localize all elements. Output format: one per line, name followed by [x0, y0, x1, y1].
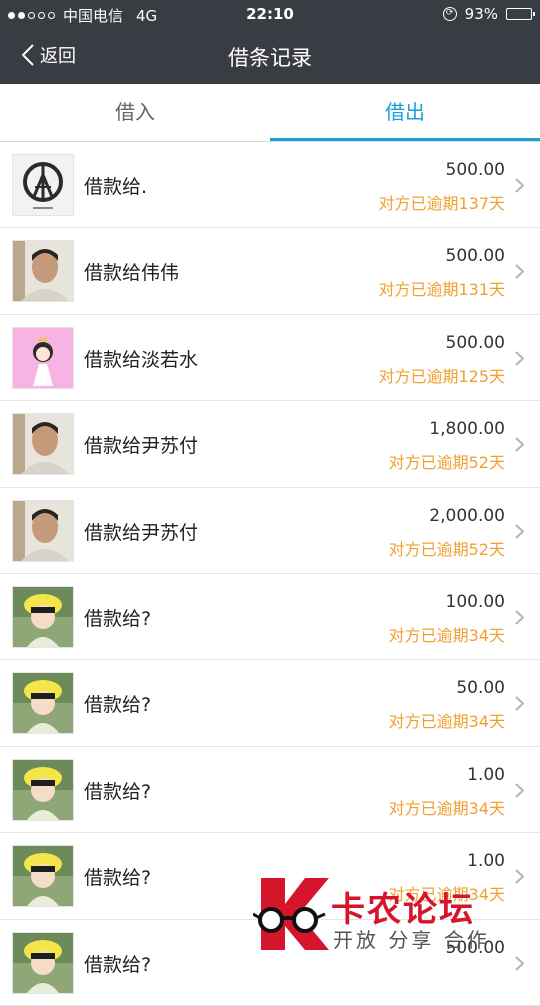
- cartoon-princess-icon: [12, 326, 74, 389]
- record-amount: 100.00: [445, 591, 505, 612]
- peace-eiffel-icon: [12, 154, 74, 216]
- record-status: 对方已逾期131天: [378, 280, 505, 300]
- record-status: 对方已逾期125天: [378, 366, 505, 386]
- record-title: 借款给尹苏付: [84, 521, 199, 544]
- status-bar: 中国电信 4G 22:10 ⟳ 93%: [0, 0, 540, 28]
- record-title: 借款给.: [84, 176, 148, 198]
- chevron-right-icon: [515, 351, 524, 366]
- record-row[interactable]: 借款给? 50.00 对方已逾期34天: [0, 660, 540, 747]
- page-title: 借条记录: [228, 46, 312, 70]
- chevron-right-icon: [515, 869, 524, 884]
- status-right: ⟳ 93%: [442, 5, 535, 23]
- kanong-logo-icon: [253, 878, 329, 950]
- record-amount: 50.00: [456, 678, 505, 699]
- tab-label: 借入: [115, 100, 155, 124]
- record-row[interactable]: 借款给? 1.00 对方已逾期34天: [0, 746, 540, 834]
- record-status: 对方已逾期34天: [388, 625, 505, 645]
- record-amount: 500.00: [445, 246, 505, 267]
- forum-watermark: 卡农论坛 开放 分享 合作: [245, 872, 490, 956]
- record-status: 对方已逾期137天: [378, 194, 505, 213]
- user-photo: [12, 413, 74, 476]
- forum-slogan: 开放 分享 合作: [333, 928, 490, 952]
- child-photo: [12, 845, 74, 908]
- record-title: 借款给?: [84, 607, 152, 630]
- child-photo: [12, 931, 74, 994]
- record-amount: 500.00: [445, 332, 505, 353]
- record-title: 借款给?: [84, 867, 152, 890]
- chevron-right-icon: [515, 437, 524, 452]
- record-title: 借款给?: [84, 780, 152, 803]
- record-status: 对方已逾期34天: [388, 712, 505, 732]
- record-title: 借款给伟伟: [84, 262, 180, 285]
- tab-bar: 借入 借出: [0, 84, 540, 142]
- tab-active-indicator: [270, 138, 540, 141]
- record-status: 对方已逾期52天: [388, 539, 505, 559]
- record-amount: 500.00: [445, 160, 505, 180]
- chevron-right-icon: [515, 696, 524, 712]
- chevron-right-icon: [515, 955, 524, 971]
- rotation-lock-icon: ⟳: [442, 7, 457, 21]
- record-amount: 1.00: [467, 851, 505, 872]
- record-title: 借款给尹苏付: [84, 435, 199, 458]
- record-amount: 1,800.00: [429, 419, 505, 440]
- tab-lend-out[interactable]: 借出: [270, 84, 540, 141]
- tab-borrow-in[interactable]: 借入: [0, 84, 270, 141]
- chevron-right-icon: [515, 610, 524, 625]
- user-photo: [12, 240, 74, 303]
- app-header: 中国电信 4G 22:10 ⟳ 93% 返回 借条记录: [0, 0, 540, 84]
- record-status: 对方已逾期52天: [388, 453, 505, 473]
- child-photo: [12, 585, 74, 648]
- chevron-right-icon: [515, 783, 524, 798]
- record-title: 借款给?: [84, 953, 152, 976]
- record-row[interactable]: 借款给伟伟 500.00 对方已逾期131天: [0, 228, 540, 315]
- user-photo: [12, 499, 74, 562]
- child-photo: [12, 758, 74, 821]
- record-row[interactable]: 借款给? 100.00 对方已逾期34天: [0, 573, 540, 661]
- record-row[interactable]: 借款给尹苏付 2,000.00 对方已逾期52天: [0, 487, 540, 574]
- record-status: 对方已逾期34天: [388, 798, 505, 818]
- battery-percent: 93%: [464, 5, 498, 23]
- record-row[interactable]: 借款给淡若水 500.00 对方已逾期125天: [0, 314, 540, 402]
- nav-bar: 返回 借条记录: [0, 28, 540, 84]
- record-row[interactable]: 借款给尹苏付 1,800.00 对方已逾期52天: [0, 401, 540, 488]
- chevron-right-icon: [515, 178, 524, 193]
- record-title: 借款给淡若水: [84, 348, 199, 371]
- child-photo: [12, 672, 74, 735]
- battery-icon: [506, 8, 535, 20]
- chevron-right-icon: [515, 523, 524, 539]
- chevron-right-icon: [515, 264, 524, 280]
- tab-label: 借出: [385, 100, 425, 124]
- record-amount: 2,000.00: [429, 505, 505, 526]
- record-amount: 1.00: [467, 764, 505, 785]
- record-title: 借款给?: [84, 694, 152, 717]
- record-row[interactable]: 借款给. 500.00 对方已逾期137天: [0, 142, 540, 229]
